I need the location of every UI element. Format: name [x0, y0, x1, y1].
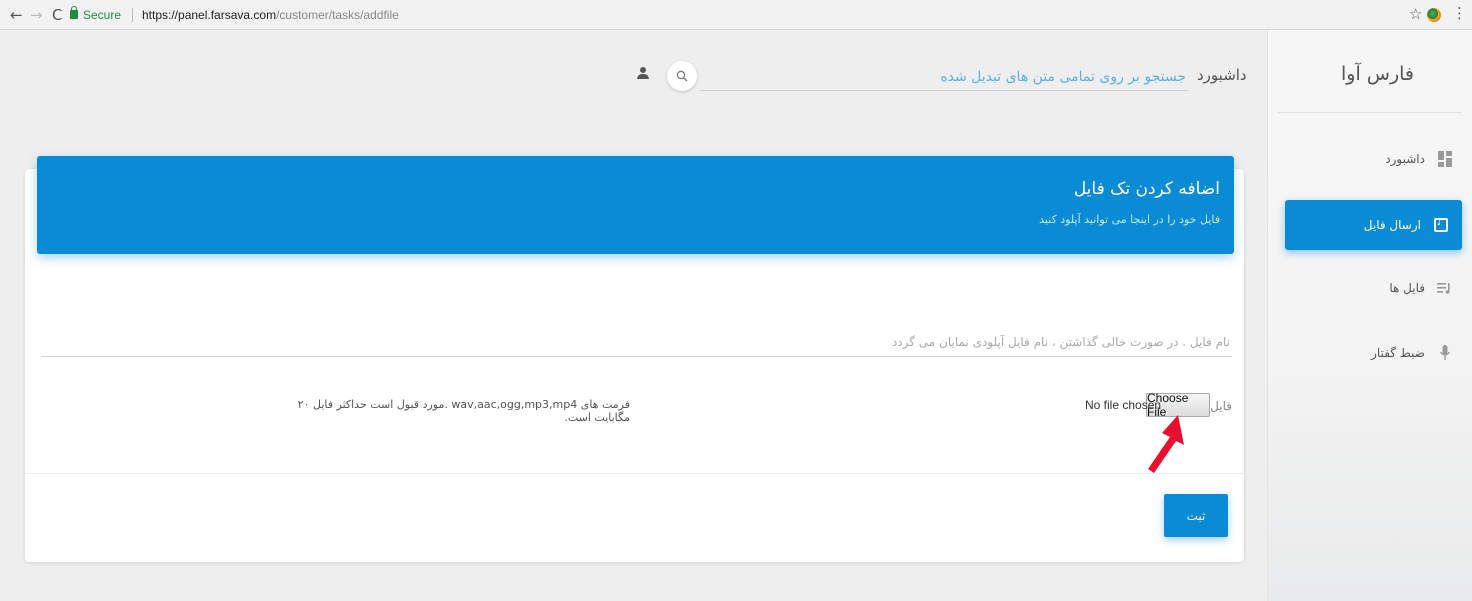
search-icon — [676, 70, 688, 82]
sidebar: فارس آوا داشبورد ارسال فایل فایل ها ضبط … — [1267, 30, 1472, 601]
sidebar-item-dashboard[interactable]: داشبورد — [1282, 139, 1472, 179]
search-button[interactable] — [667, 61, 697, 91]
secure-label: Secure — [83, 8, 122, 22]
sidebar-item-label: فایل ها — [1389, 281, 1425, 295]
submit-button[interactable]: ثبت — [1164, 494, 1228, 537]
file-field-label: فایل — [1210, 399, 1232, 413]
sidebar-item-recording[interactable]: ضبط گفتار — [1282, 333, 1472, 373]
format-note: فرمت های wav,aac,ogg,mp3,mp4 .مورد قبول … — [297, 398, 630, 424]
red-arrow-annotation — [1148, 415, 1184, 473]
card-subtitle: فایل خود را در اینجا می توانید آپلود کنی… — [1039, 213, 1220, 226]
page-title: داشبورد — [1197, 66, 1247, 84]
filename-input[interactable] — [41, 327, 1232, 357]
sidebar-item-send-file[interactable]: ارسال فایل — [1285, 200, 1462, 250]
search-input[interactable] — [700, 63, 1188, 91]
card-title: اضافه کردن تک فایل — [1073, 179, 1220, 199]
playlist-icon — [1437, 281, 1452, 296]
back-arrow-icon[interactable]: ← — [10, 5, 23, 25]
sidebar-divider — [1278, 112, 1462, 113]
card-header: اضافه کردن تک فایل فایل خود را در اینجا … — [37, 156, 1234, 254]
microphone-icon — [1437, 345, 1452, 361]
dashboard-icon — [1437, 151, 1452, 167]
address-bar[interactable]: Secure https://panel.farsava.com/custome… — [70, 3, 1390, 27]
address-separator — [132, 8, 133, 22]
reload-icon[interactable]: C — [52, 5, 62, 25]
sidebar-item-label: ضبط گفتار — [1371, 346, 1425, 360]
url-host: https://panel.farsava.com — [142, 8, 277, 22]
browser-toolbar: ← → C Secure https://panel.farsava.com/c… — [0, 0, 1472, 30]
url-path: /customer/tasks/addfile — [276, 8, 399, 22]
no-file-chosen-text: No file chosen — [1085, 398, 1162, 412]
upload-card: اضافه کردن تک فایل فایل خود را در اینجا … — [25, 156, 1244, 562]
bookmark-star-icon[interactable]: ☆ — [1409, 5, 1422, 23]
menu-dots-icon[interactable]: ⋮ — [1452, 4, 1467, 22]
brand-logo[interactable]: فارس آوا — [1341, 63, 1414, 85]
lock-icon — [70, 6, 78, 19]
card-divider — [25, 473, 1244, 474]
sidebar-item-files[interactable]: فایل ها — [1282, 268, 1472, 308]
sidebar-item-label: ارسال فایل — [1363, 218, 1421, 232]
extension-icon[interactable] — [1427, 8, 1441, 22]
user-icon[interactable] — [637, 67, 649, 80]
sidebar-item-label: داشبورد — [1385, 152, 1425, 166]
url-text[interactable]: https://panel.farsava.com/customer/tasks… — [142, 3, 399, 27]
music-note-icon — [1433, 217, 1448, 233]
forward-arrow-icon[interactable]: → — [30, 5, 43, 25]
